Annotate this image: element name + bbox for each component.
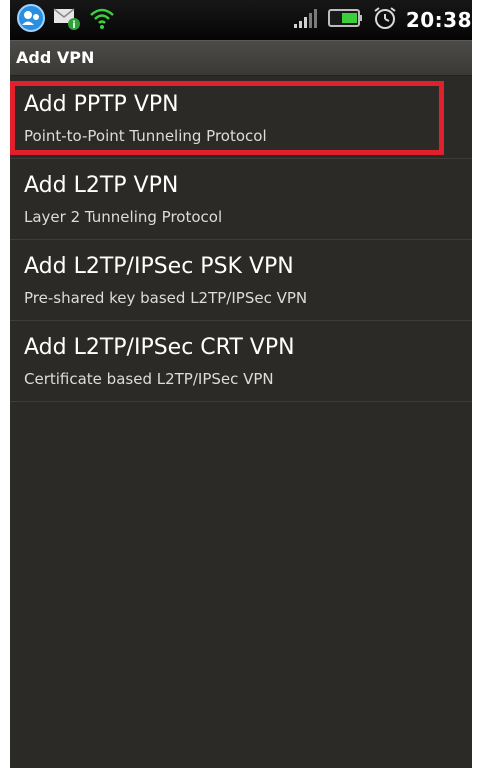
vpn-type-list: Add PPTP VPN Point-to-Point Tunneling Pr… <box>10 78 472 402</box>
page-title: Add VPN <box>16 48 95 67</box>
list-item-subtitle: Certificate based L2TP/IPSec VPN <box>24 370 274 388</box>
list-item-subtitle: Point-to-Point Tunneling Protocol <box>24 127 267 145</box>
signal-icon <box>292 6 320 34</box>
list-item-add-l2tp-vpn[interactable]: Add L2TP VPN Layer 2 Tunneling Protocol <box>10 159 472 240</box>
email-notification-icon[interactable]: i <box>52 5 82 35</box>
list-item-title: Add L2TP/IPSec PSK VPN <box>24 254 294 279</box>
status-bar-notifications: i <box>16 4 116 36</box>
svg-text:i: i <box>72 20 75 31</box>
list-item-add-pptp-vpn[interactable]: Add PPTP VPN Point-to-Point Tunneling Pr… <box>10 78 472 159</box>
list-item-title: Add PPTP VPN <box>24 92 179 117</box>
list-item-add-l2tp-ipsec-crt-vpn[interactable]: Add L2TP/IPSec CRT VPN Certificate based… <box>10 321 472 402</box>
wifi-icon <box>88 5 116 35</box>
list-item-add-l2tp-ipsec-psk-vpn[interactable]: Add L2TP/IPSec PSK VPN Pre-shared key ba… <box>10 240 472 321</box>
battery-icon <box>327 7 364 33</box>
status-clock: 20:38 <box>405 8 472 32</box>
list-item-title: Add L2TP/IPSec CRT VPN <box>24 335 295 360</box>
status-bar: i 20:38 <box>10 0 472 40</box>
alarm-icon <box>372 5 398 35</box>
list-item-subtitle: Layer 2 Tunneling Protocol <box>24 208 223 226</box>
phone-screen: i 20:38 Add VPN Add PPTP VPN Point-to-Po… <box>10 0 472 768</box>
list-item-title: Add L2TP VPN <box>24 173 179 198</box>
title-bar: Add VPN <box>10 40 472 76</box>
status-bar-system: 20:38 <box>292 4 472 36</box>
chat-bubble-icon[interactable] <box>16 3 46 37</box>
list-item-subtitle: Pre-shared key based L2TP/IPSec VPN <box>24 289 308 307</box>
